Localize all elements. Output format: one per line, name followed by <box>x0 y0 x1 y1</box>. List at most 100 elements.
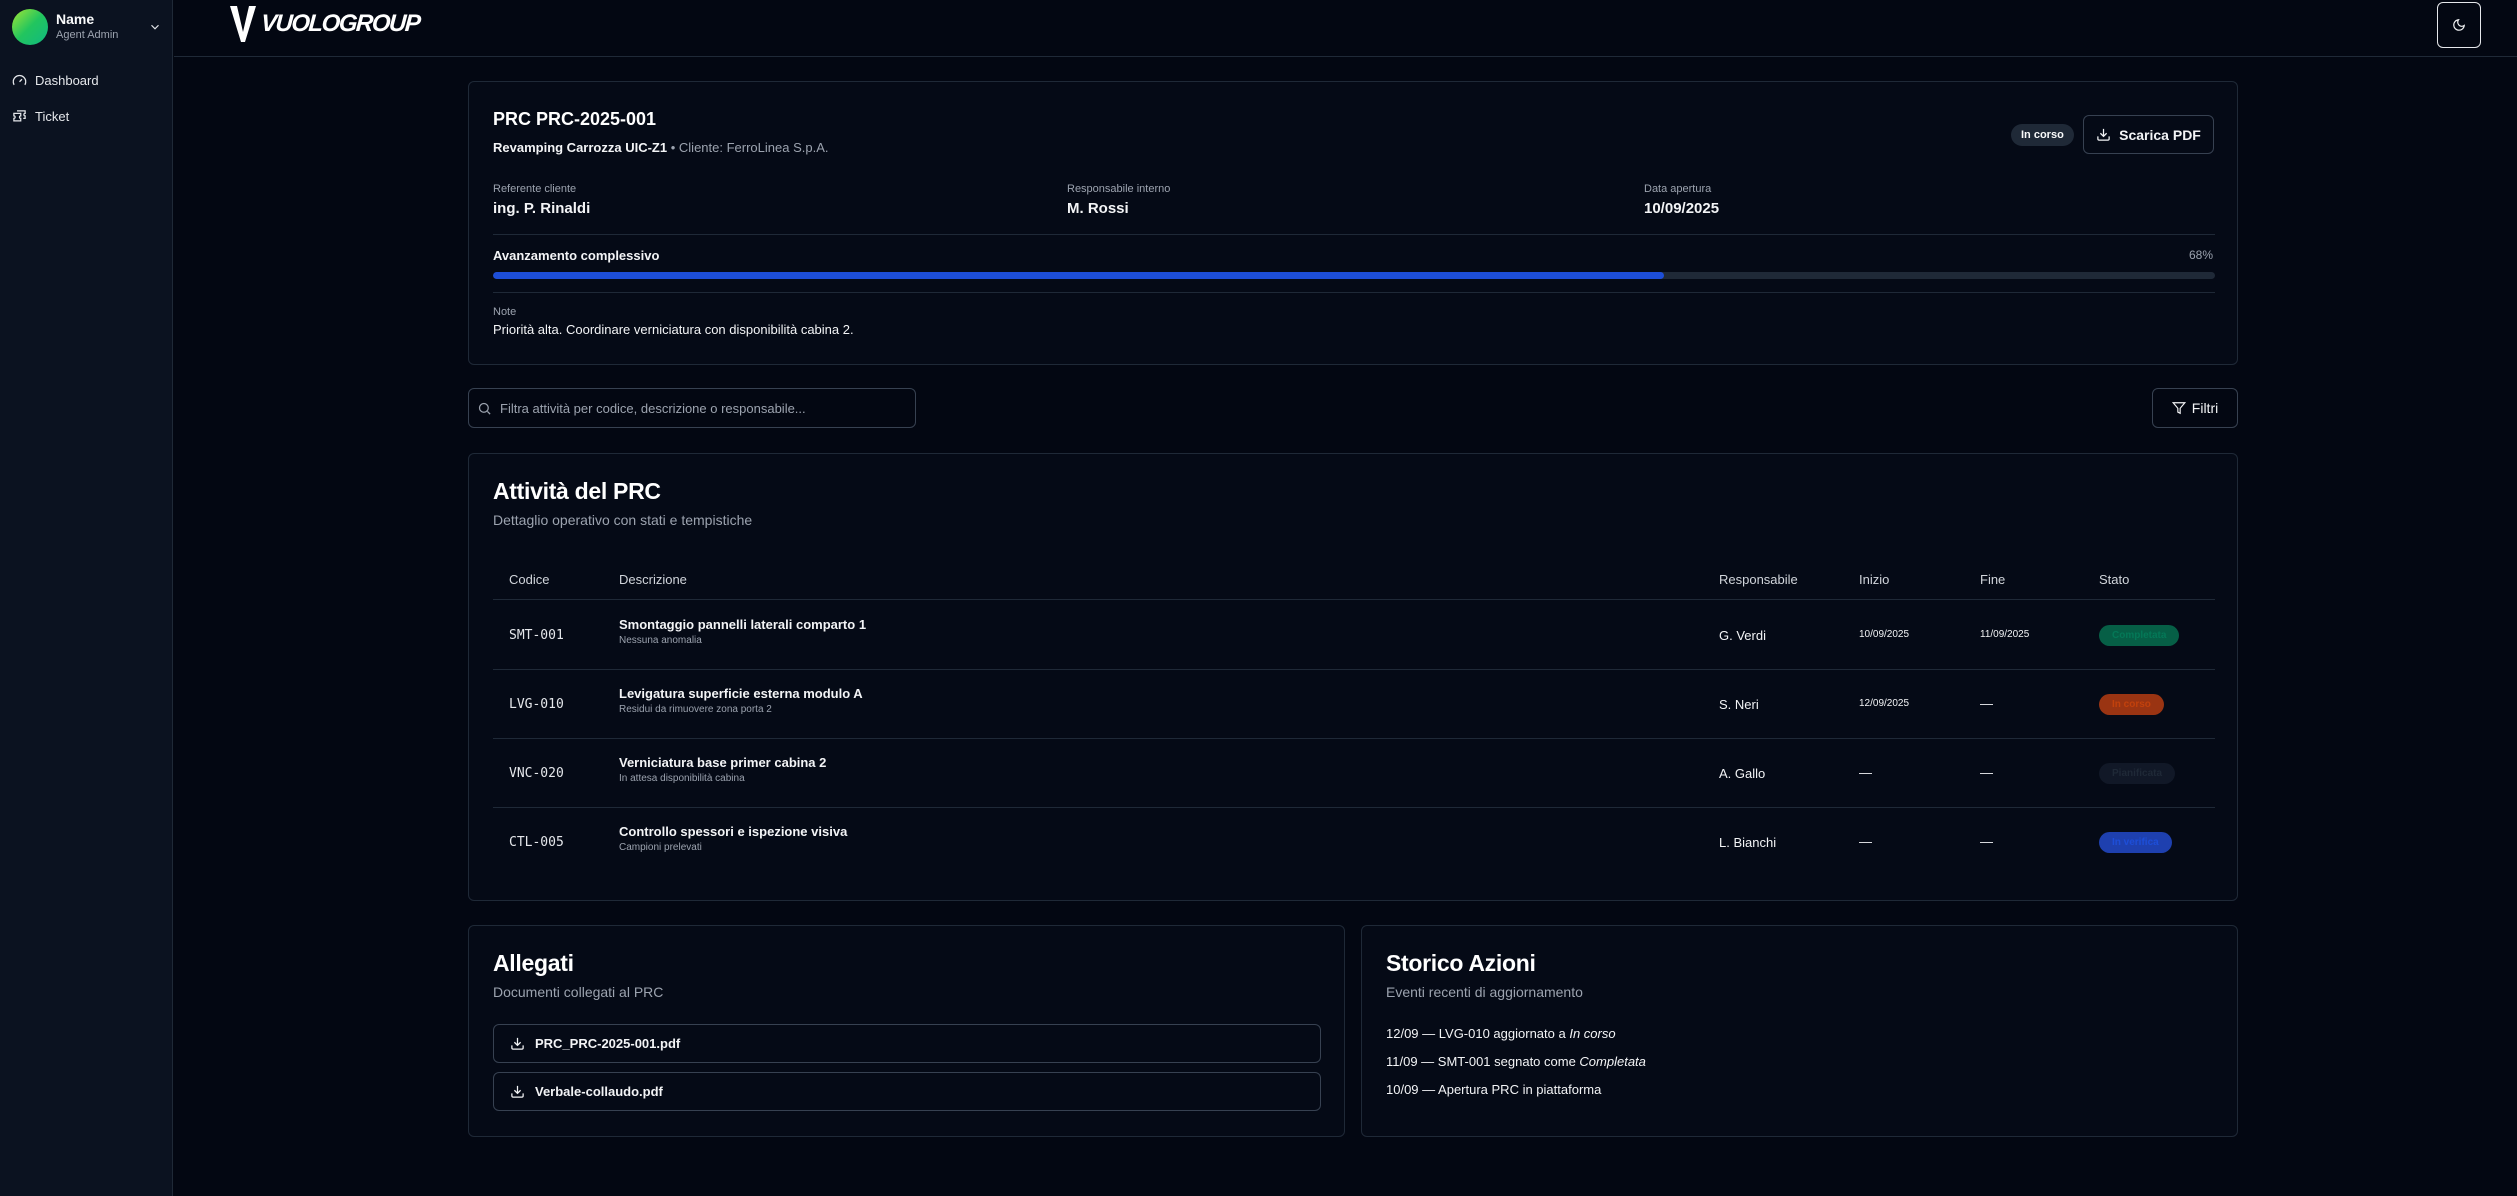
sidebar: Name Agent Admin Dashboard Ticket <box>0 0 173 1196</box>
prc-summary-card: PRC PRC-2025-001 Revamping Carrozza UIC-… <box>468 81 2238 365</box>
meta-label: Referente cliente <box>493 183 577 195</box>
logo[interactable]: VUOLOGROUP <box>228 4 421 44</box>
user-menu[interactable]: Name Agent Admin <box>12 8 162 46</box>
history-item: 10/09 — Apertura PRC in piattaforma <box>1386 1082 1601 1097</box>
table-header: Codice Descrizione Responsabile Inizio F… <box>493 560 2215 600</box>
activities-title: Attività del PRC <box>493 478 661 504</box>
meta-open-date: Data apertura 10/09/2025 <box>1644 182 1719 217</box>
sidebar-item-dashboard[interactable]: Dashboard <box>12 68 99 92</box>
progress-fill <box>493 272 1664 279</box>
sidebar-item-label: Dashboard <box>35 72 99 88</box>
activity-code: SMT-001 <box>509 628 564 643</box>
status-badge: In corso <box>2011 124 2074 146</box>
activity-end: 11/09/2025 <box>1980 629 2030 640</box>
attachments-subtitle: Documenti collegati al PRC <box>493 984 664 1000</box>
sidebar-item-ticket[interactable]: Ticket <box>12 104 69 128</box>
activity-end: — <box>1980 834 1993 849</box>
progress-bar <box>493 272 2215 279</box>
status-badge: In verifica <box>2099 832 2172 853</box>
activity-owner: L. Bianchi <box>1719 835 1777 850</box>
meta-value: 10/09/2025 <box>1644 200 1720 217</box>
activity-start: 10/09/2025 <box>1859 629 1910 640</box>
meta-label: Responsabile interno <box>1067 183 1171 195</box>
table-row[interactable]: SMT-001 Smontaggio pannelli laterali com… <box>493 601 2215 670</box>
activity-title: Levigatura superficie esterna modulo A <box>619 686 863 701</box>
meta-internal-owner: Responsabile interno M. Rossi <box>1067 182 1170 217</box>
search-icon <box>478 402 491 415</box>
history-title: Storico Azioni <box>1386 950 1536 976</box>
separator: • <box>670 140 676 155</box>
theme-toggle-button[interactable] <box>2437 2 2481 48</box>
activity-description: Smontaggio pannelli laterali comparto 1 … <box>619 617 866 646</box>
divider <box>493 292 2215 293</box>
logo-text: VUOLOGROUP <box>260 10 421 37</box>
top-header: VUOLOGROUP <box>174 0 2517 57</box>
prc-subtitle: Revamping Carrozza UIC-Z1 • Cliente: Fer… <box>493 140 828 155</box>
attachment-filename: PRC_PRC-2025-001.pdf <box>535 1036 681 1051</box>
meta-value: ing. P. Rinaldi <box>493 200 591 217</box>
history-text: 10/09 — Apertura PRC in piattaforma <box>1386 1082 1602 1097</box>
filters-button[interactable]: Filtri <box>2152 388 2238 428</box>
user-role: Agent Admin <box>56 29 119 41</box>
column-header-owner[interactable]: Responsabile <box>1719 572 1798 587</box>
search-input[interactable] <box>500 400 900 416</box>
download-pdf-label: Scarica PDF <box>2119 126 2201 143</box>
note-label: Note <box>493 306 517 318</box>
history-state: Completata <box>1579 1054 1646 1069</box>
column-header-code[interactable]: Codice <box>509 572 549 587</box>
activity-description: Verniciatura base primer cabina 2 In att… <box>619 755 826 784</box>
status-badge: Completata <box>2099 625 2180 646</box>
avatar <box>12 9 48 45</box>
meta-label: Data apertura <box>1644 183 1712 195</box>
meta-client-contact: Referente cliente ing. P. Rinaldi <box>493 182 590 217</box>
history-item: 11/09 — SMT-001 segnato come Completata <box>1386 1054 1646 1069</box>
moon-icon <box>2453 19 2465 31</box>
activity-code: VNC-020 <box>509 766 564 781</box>
column-header-description[interactable]: Descrizione <box>619 572 687 587</box>
history-card: Storico Azioni Eventi recenti di aggiorn… <box>1361 925 2238 1137</box>
history-item: 12/09 — LVG-010 aggiornato a In corso <box>1386 1026 1616 1041</box>
filter-icon <box>2171 402 2186 415</box>
prc-title: PRC PRC-2025-001 <box>493 109 657 129</box>
column-header-end[interactable]: Fine <box>1980 572 2005 587</box>
divider <box>493 234 2215 235</box>
activity-end: — <box>1980 765 1993 780</box>
history-text: 12/09 — LVG-010 aggiornato a <box>1386 1026 1570 1041</box>
attachment-download-button[interactable]: Verbale-collaudo.pdf <box>493 1072 1321 1111</box>
activity-owner: S. Neri <box>1719 697 1759 712</box>
attachment-download-button[interactable]: PRC_PRC-2025-001.pdf <box>493 1024 1321 1063</box>
column-header-status[interactable]: Stato <box>2099 572 2129 587</box>
activity-start: — <box>1859 765 1872 780</box>
filters-label: Filtri <box>2191 400 2219 416</box>
activity-description: Controllo spessori e ispezione visiva Ca… <box>619 824 847 853</box>
activity-code: LVG-010 <box>509 697 564 712</box>
progress-label: Avanzamento complessivo <box>493 248 660 263</box>
prc-project: Revamping Carrozza UIC-Z1 <box>493 140 668 155</box>
activity-start: 12/09/2025 <box>1859 698 1910 709</box>
table-row[interactable]: LVG-010 Levigatura superficie esterna mo… <box>493 670 2215 739</box>
note-text: Priorità alta. Coordinare verniciatura c… <box>493 322 854 337</box>
activity-start: — <box>1859 834 1872 849</box>
download-icon <box>511 1085 524 1098</box>
table-row[interactable]: VNC-020 Verniciatura base primer cabina … <box>493 739 2215 808</box>
activity-description: Levigatura superficie esterna modulo A R… <box>619 686 863 715</box>
chevron-down-icon <box>151 24 159 30</box>
history-text: 11/09 — SMT-001 segnato come <box>1386 1054 1580 1069</box>
history-subtitle: Eventi recenti di aggiornamento <box>1386 984 1583 1000</box>
table-row[interactable]: CTL-005 Controllo spessori e ispezione v… <box>493 808 2215 877</box>
prc-client: Cliente: FerroLinea S.p.A. <box>678 140 829 155</box>
gauge-icon <box>12 74 27 85</box>
column-header-start[interactable]: Inizio <box>1859 572 1889 587</box>
user-name: Name <box>56 11 95 27</box>
activity-title: Smontaggio pannelli laterali comparto 1 <box>619 617 867 632</box>
download-pdf-button[interactable]: Scarica PDF <box>2083 115 2214 154</box>
activities-card: Attività del PRC Dettaglio operativo con… <box>468 453 2238 901</box>
activities-subtitle: Dettaglio operativo con stati e tempisti… <box>493 512 753 528</box>
sidebar-item-label: Ticket <box>35 108 70 124</box>
download-icon <box>2097 128 2110 141</box>
activity-note: Campioni prelevati <box>619 842 702 853</box>
history-state: In corso <box>1569 1026 1616 1041</box>
activity-owner: G. Verdi <box>1719 628 1766 643</box>
search-field[interactable] <box>468 388 916 428</box>
activity-owner: A. Gallo <box>1719 766 1766 781</box>
